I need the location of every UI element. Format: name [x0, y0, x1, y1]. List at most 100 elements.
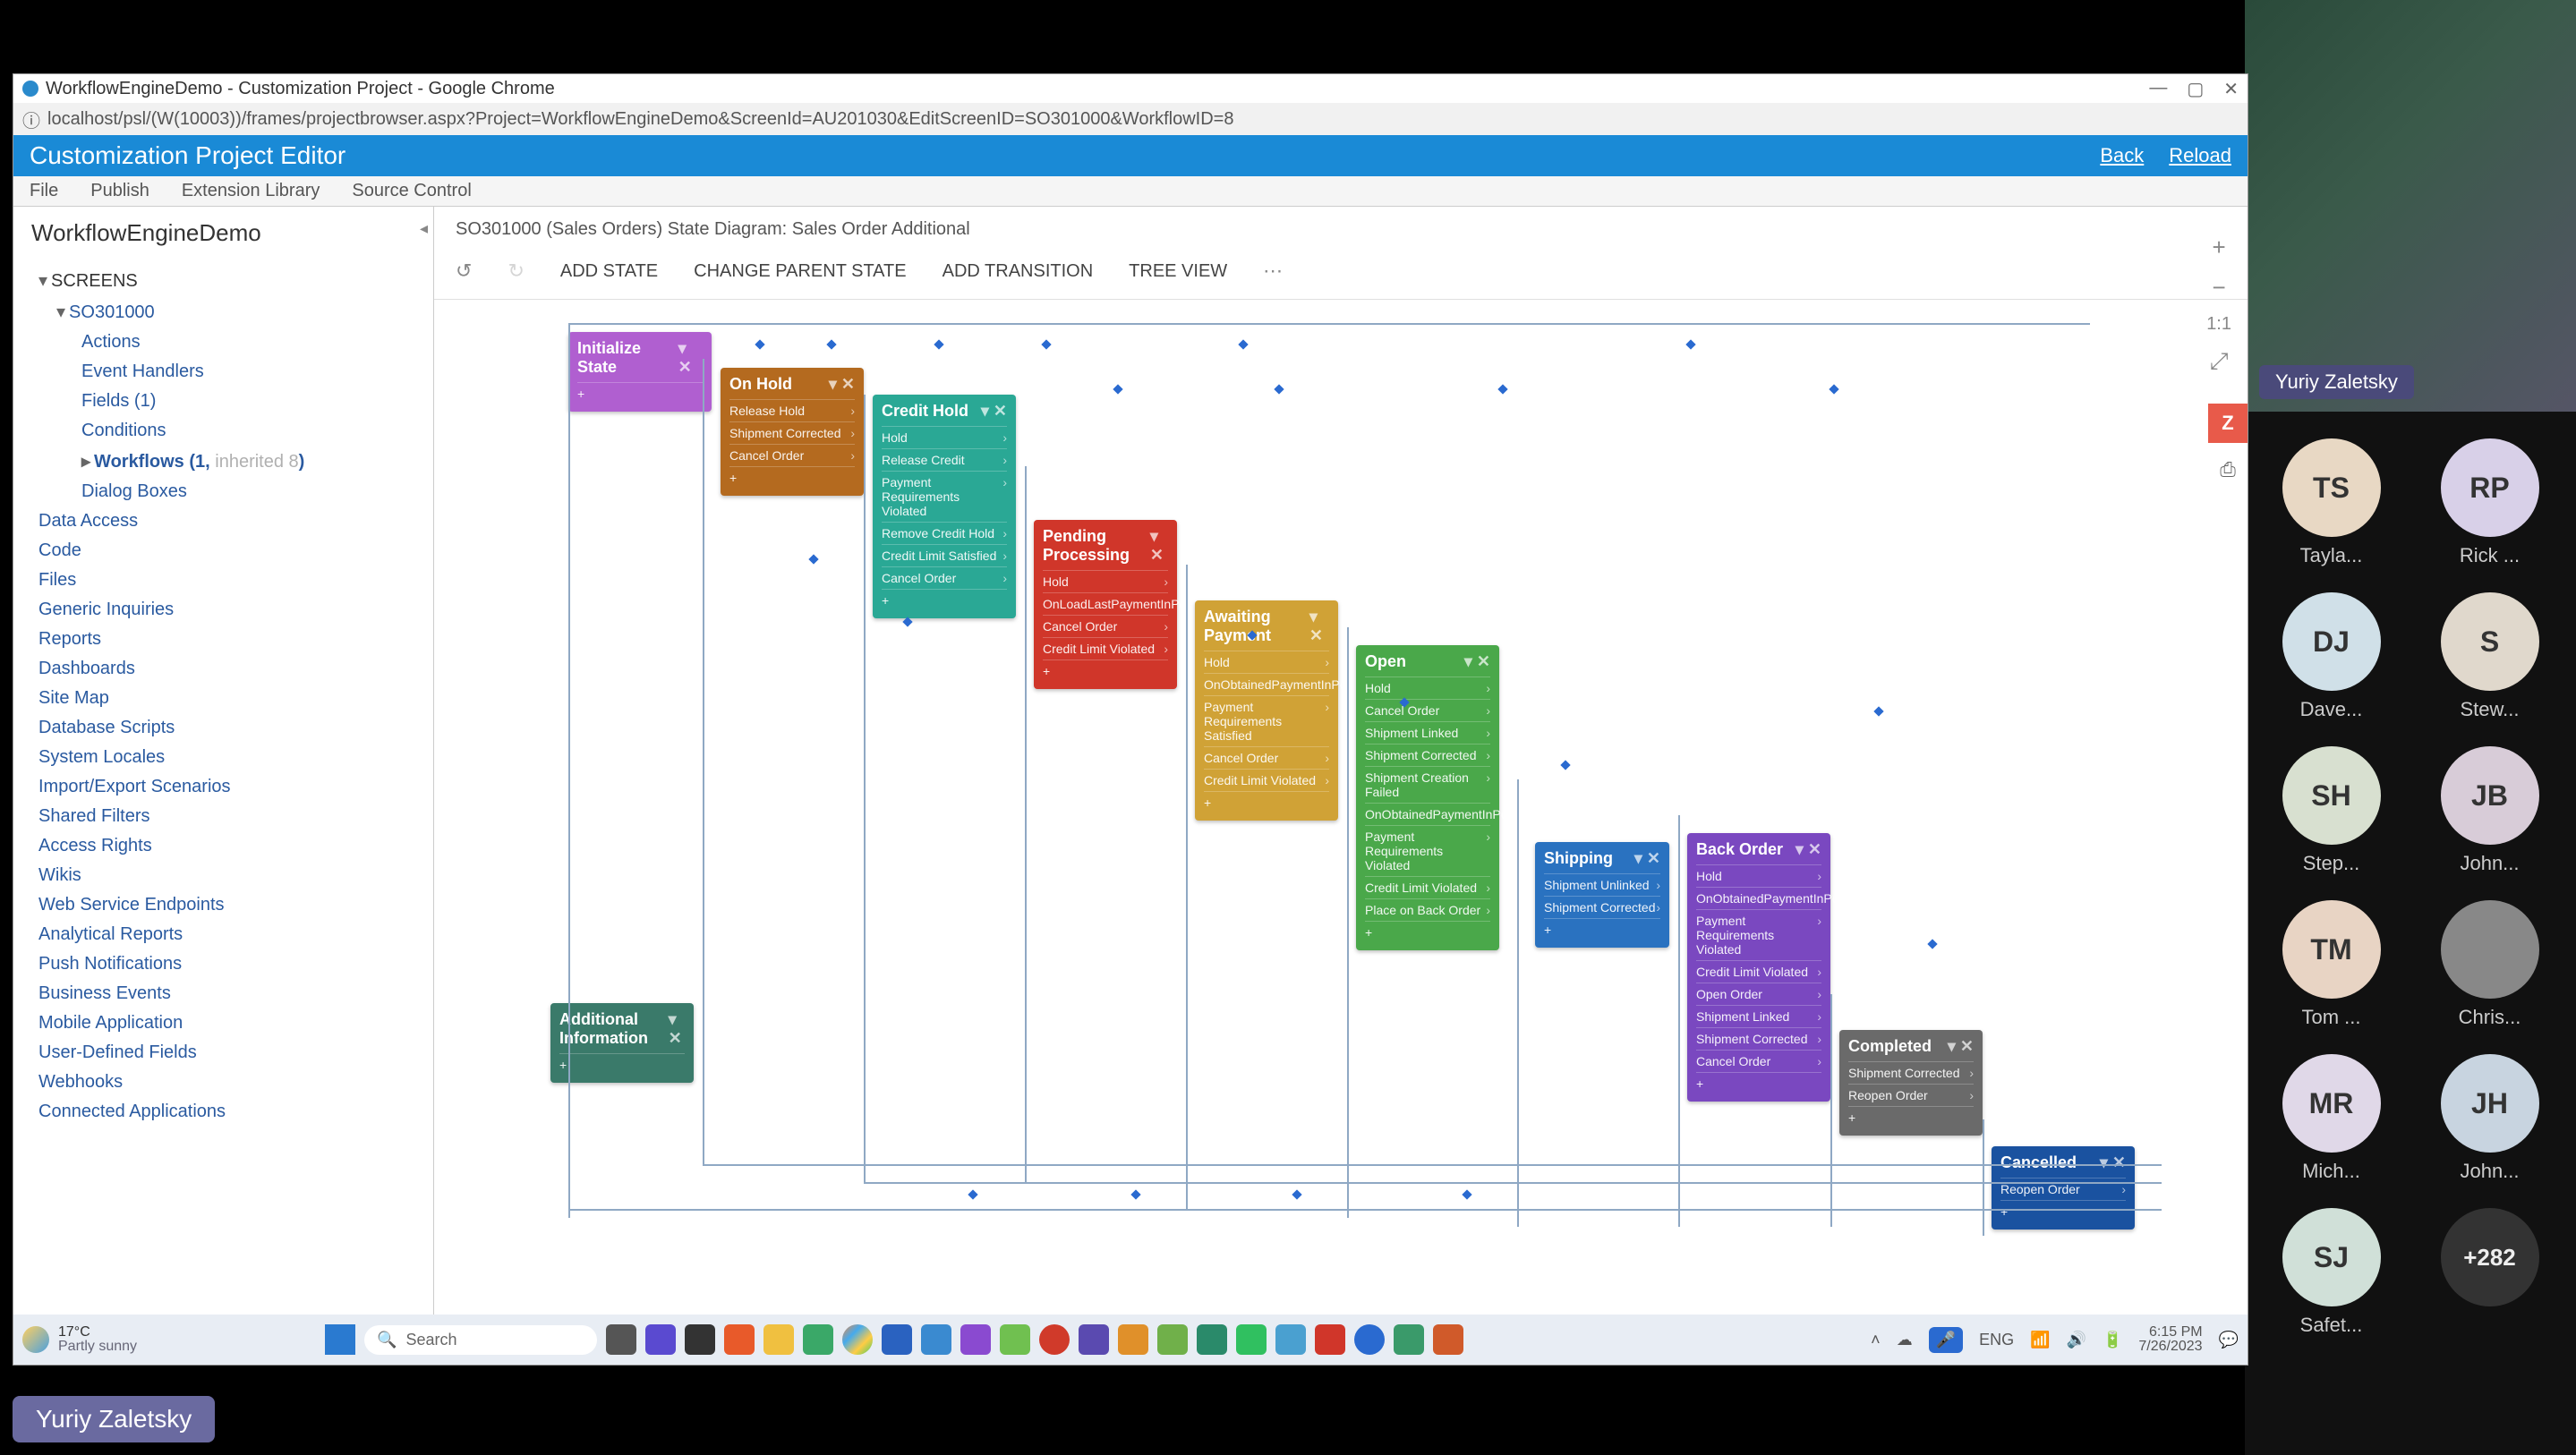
state-backorder[interactable]: Back Order▾ ✕Hold›OnObtainedPaymentInPen…	[1687, 833, 1830, 1102]
state-action[interactable]: Hold›	[1204, 651, 1329, 673]
state-action[interactable]: +	[1365, 921, 1490, 943]
connection-anchor[interactable]	[1497, 384, 1507, 394]
menu-source-control[interactable]: Source Control	[352, 181, 471, 201]
state-action[interactable]: +	[1204, 791, 1329, 813]
state-action[interactable]: +	[2000, 1200, 2126, 1222]
state-action[interactable]: +	[729, 466, 855, 489]
taskbar-app-9[interactable]	[921, 1324, 951, 1355]
taskbar-app-1[interactable]	[606, 1324, 636, 1355]
state-credhold[interactable]: Credit Hold▾ ✕Hold›Release Credit›Paymen…	[873, 395, 1016, 618]
participant[interactable]: DJDave...	[2265, 592, 2398, 721]
state-shipping[interactable]: Shipping▾ ✕Shipment Unlinked›Shipment Co…	[1535, 842, 1669, 948]
taskbar-app-2[interactable]	[645, 1324, 676, 1355]
language-indicator[interactable]: ENG	[1979, 1331, 2014, 1349]
state-action[interactable]: Hold›	[1043, 570, 1168, 592]
connection-anchor[interactable]	[902, 617, 912, 626]
tree-item-workflows[interactable]: ▸Workflows (1, inherited 8)	[31, 446, 424, 477]
battery-icon[interactable]: 🔋	[2103, 1331, 2122, 1349]
state-action[interactable]: Release Hold›	[729, 399, 855, 421]
state-action[interactable]: Payment Requirements Violated›	[1696, 909, 1821, 960]
tree-item-dialog-boxes[interactable]: Dialog Boxes	[31, 477, 424, 506]
participant[interactable]: JBJohn...	[2423, 746, 2556, 875]
taskbar-app-5[interactable]	[763, 1324, 794, 1355]
toolbar-more[interactable]: ⋯	[1263, 260, 1283, 283]
state-cancelled[interactable]: Cancelled▾ ✕Reopen Order›+	[1992, 1146, 2135, 1230]
reload-link[interactable]: Reload	[2169, 144, 2231, 167]
connection-anchor[interactable]	[1292, 1189, 1301, 1199]
state-action[interactable]: +	[1544, 918, 1660, 940]
state-action[interactable]: Credit Limit Violated›	[1204, 769, 1329, 791]
taskbar-app-21[interactable]	[1394, 1324, 1424, 1355]
taskbar-app-13[interactable]	[1079, 1324, 1109, 1355]
state-action[interactable]: Reopen Order›	[2000, 1178, 2126, 1200]
taskbar-app-18[interactable]	[1275, 1324, 1306, 1355]
state-action[interactable]: OnLoadLastPaymentInPendingProcessing›	[1043, 592, 1168, 615]
participant[interactable]: SStew...	[2423, 592, 2556, 721]
taskbar-app-3[interactable]	[685, 1324, 715, 1355]
state-action[interactable]: Payment Requirements Violated›	[882, 471, 1007, 522]
connection-anchor[interactable]	[1685, 339, 1695, 349]
state-action[interactable]: Shipment Linked›	[1365, 721, 1490, 744]
more-participants[interactable]: +282	[2423, 1208, 2556, 1337]
tree-item-mobile-application[interactable]: Mobile Application	[31, 1008, 424, 1038]
state-init[interactable]: Initialize State▾ ✕+	[568, 332, 712, 412]
tree-item-user-defined-fields[interactable]: User-Defined Fields	[31, 1038, 424, 1068]
tree-item-shared-filters[interactable]: Shared Filters	[31, 802, 424, 831]
toolbar-add-state[interactable]: ADD STATE	[560, 261, 658, 282]
back-link[interactable]: Back	[2100, 144, 2144, 167]
state-action[interactable]: Hold›	[1365, 676, 1490, 699]
menu-file[interactable]: File	[30, 181, 58, 201]
state-await[interactable]: Awaiting Payment▾ ✕Hold›OnObtainedPaymen…	[1195, 600, 1338, 821]
state-action[interactable]: Reopen Order›	[1848, 1084, 1974, 1106]
tree-item-code[interactable]: Code	[31, 536, 424, 566]
tree-item-database-scripts[interactable]: Database Scripts	[31, 713, 424, 743]
state-diagram-canvas[interactable]: Initialize State▾ ✕+On Hold▾ ✕Release Ho…	[434, 314, 2248, 1315]
zoom-out-button[interactable]: −	[2213, 274, 2226, 302]
state-action[interactable]: Credit Limit Violated›	[1043, 637, 1168, 659]
taskbar-app-14[interactable]	[1118, 1324, 1148, 1355]
state-action[interactable]: +	[1848, 1106, 1974, 1128]
tree-item-webhooks[interactable]: Webhooks	[31, 1068, 424, 1097]
state-action[interactable]: Place on Back Order›	[1365, 898, 1490, 921]
tree-item-push-notifications[interactable]: Push Notifications	[31, 949, 424, 979]
state-action[interactable]: Shipment Corrected›	[1544, 896, 1660, 918]
notifications-icon[interactable]: 💬	[2219, 1331, 2239, 1349]
state-action[interactable]: Release Credit›	[882, 448, 1007, 471]
state-action[interactable]: Cancel Order›	[882, 566, 1007, 589]
clock[interactable]: 6:15 PM 7/26/2023	[2138, 1325, 2202, 1354]
collapse-tree-button[interactable]: ◂	[420, 219, 428, 238]
tree-item-actions[interactable]: Actions	[31, 328, 424, 357]
state-action[interactable]: Credit Limit Violated›	[1696, 960, 1821, 983]
participant[interactable]: SHStep...	[2265, 746, 2398, 875]
state-action[interactable]: Hold›	[882, 426, 1007, 448]
state-action[interactable]: Shipment Corrected›	[1696, 1027, 1821, 1050]
zoom-in-button[interactable]: +	[2213, 234, 2226, 261]
state-action[interactable]: Open Order›	[1696, 983, 1821, 1005]
connection-anchor[interactable]	[1238, 339, 1248, 349]
participant[interactable]: JHJohn...	[2423, 1054, 2556, 1183]
weather-icon[interactable]	[22, 1326, 49, 1353]
undo-button[interactable]: ↺	[456, 260, 472, 283]
minimize-button[interactable]: —	[2149, 78, 2167, 100]
state-action[interactable]: Cancel Order›	[1043, 615, 1168, 637]
connection-anchor[interactable]	[1041, 339, 1051, 349]
tree-item-files[interactable]: Files	[31, 566, 424, 595]
start-button[interactable]	[325, 1324, 355, 1355]
address-bar[interactable]: ⓘ localhost/psl/(W(10003))/frames/projec…	[13, 103, 2248, 135]
taskbar-app-22[interactable]	[1433, 1324, 1463, 1355]
menu-extension-library[interactable]: Extension Library	[182, 181, 320, 201]
connection-anchor[interactable]	[1274, 384, 1284, 394]
tree-item-connected-applications[interactable]: Connected Applications	[31, 1097, 424, 1127]
connection-anchor[interactable]	[1560, 760, 1570, 770]
tree-item-business-events[interactable]: Business Events	[31, 979, 424, 1008]
tree-item-event-handlers[interactable]: Event Handlers	[31, 357, 424, 387]
taskbar-app-7[interactable]	[842, 1324, 873, 1355]
tree-item-fields-1-[interactable]: Fields (1)	[31, 387, 424, 416]
toolbar-tree-view[interactable]: TREE VIEW	[1129, 261, 1227, 282]
connection-anchor[interactable]	[1927, 939, 1937, 949]
state-completed[interactable]: Completed▾ ✕Shipment Corrected›Reopen Or…	[1839, 1030, 1983, 1136]
taskbar-app-4[interactable]	[724, 1324, 755, 1355]
redo-button[interactable]: ↻	[508, 260, 524, 283]
state-action[interactable]: OnObtainedPaymentInPendingProcessing›	[1365, 803, 1490, 825]
connection-anchor[interactable]	[968, 1189, 977, 1199]
